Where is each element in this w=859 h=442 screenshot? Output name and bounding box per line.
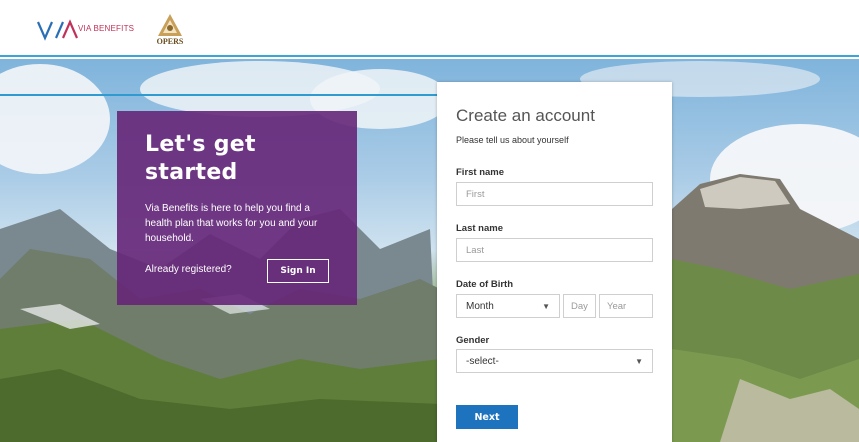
dob-day-placeholder: Day — [571, 300, 588, 312]
dob-month-value: Month — [466, 300, 494, 312]
promo-card: Let's get started Via Benefits is here t… — [117, 111, 357, 305]
connector-line — [0, 94, 455, 96]
first-name-label: First name — [456, 167, 505, 178]
via-benefits-text: VIA BENEFITS — [78, 24, 135, 33]
promo-description: Via Benefits is here to help you find a … — [145, 203, 318, 244]
site-header: VIA BENEFITS OPERS — [0, 0, 859, 57]
already-registered-text: Already registered? — [145, 264, 232, 275]
gender-select[interactable]: -select- ▼ — [456, 349, 653, 373]
dob-year-placeholder: Year — [607, 300, 627, 312]
dob-day-input[interactable]: Day — [563, 294, 596, 318]
gender-label: Gender — [456, 335, 490, 346]
promo-title: Let's get started — [145, 132, 256, 185]
dob-year-input[interactable]: Year — [599, 294, 653, 318]
next-button[interactable]: Next — [456, 405, 518, 429]
first-name-input[interactable] — [456, 182, 653, 206]
chevron-down-icon: ▼ — [635, 356, 643, 366]
chevron-down-icon: ▼ — [542, 301, 550, 311]
gender-value: -select- — [466, 355, 499, 367]
create-account-form: Create an account Please tell us about y… — [437, 82, 672, 442]
sign-in-button[interactable]: Sign In — [267, 259, 329, 283]
form-title: Create an account — [456, 106, 595, 125]
form-subtitle: Please tell us about yourself — [456, 135, 569, 145]
dob-month-select[interactable]: Month ▼ — [456, 294, 560, 318]
dob-label: Date of Birth — [456, 279, 513, 290]
last-name-input[interactable] — [456, 238, 653, 262]
last-name-label: Last name — [456, 223, 503, 234]
opers-text: OPERS — [156, 37, 184, 46]
